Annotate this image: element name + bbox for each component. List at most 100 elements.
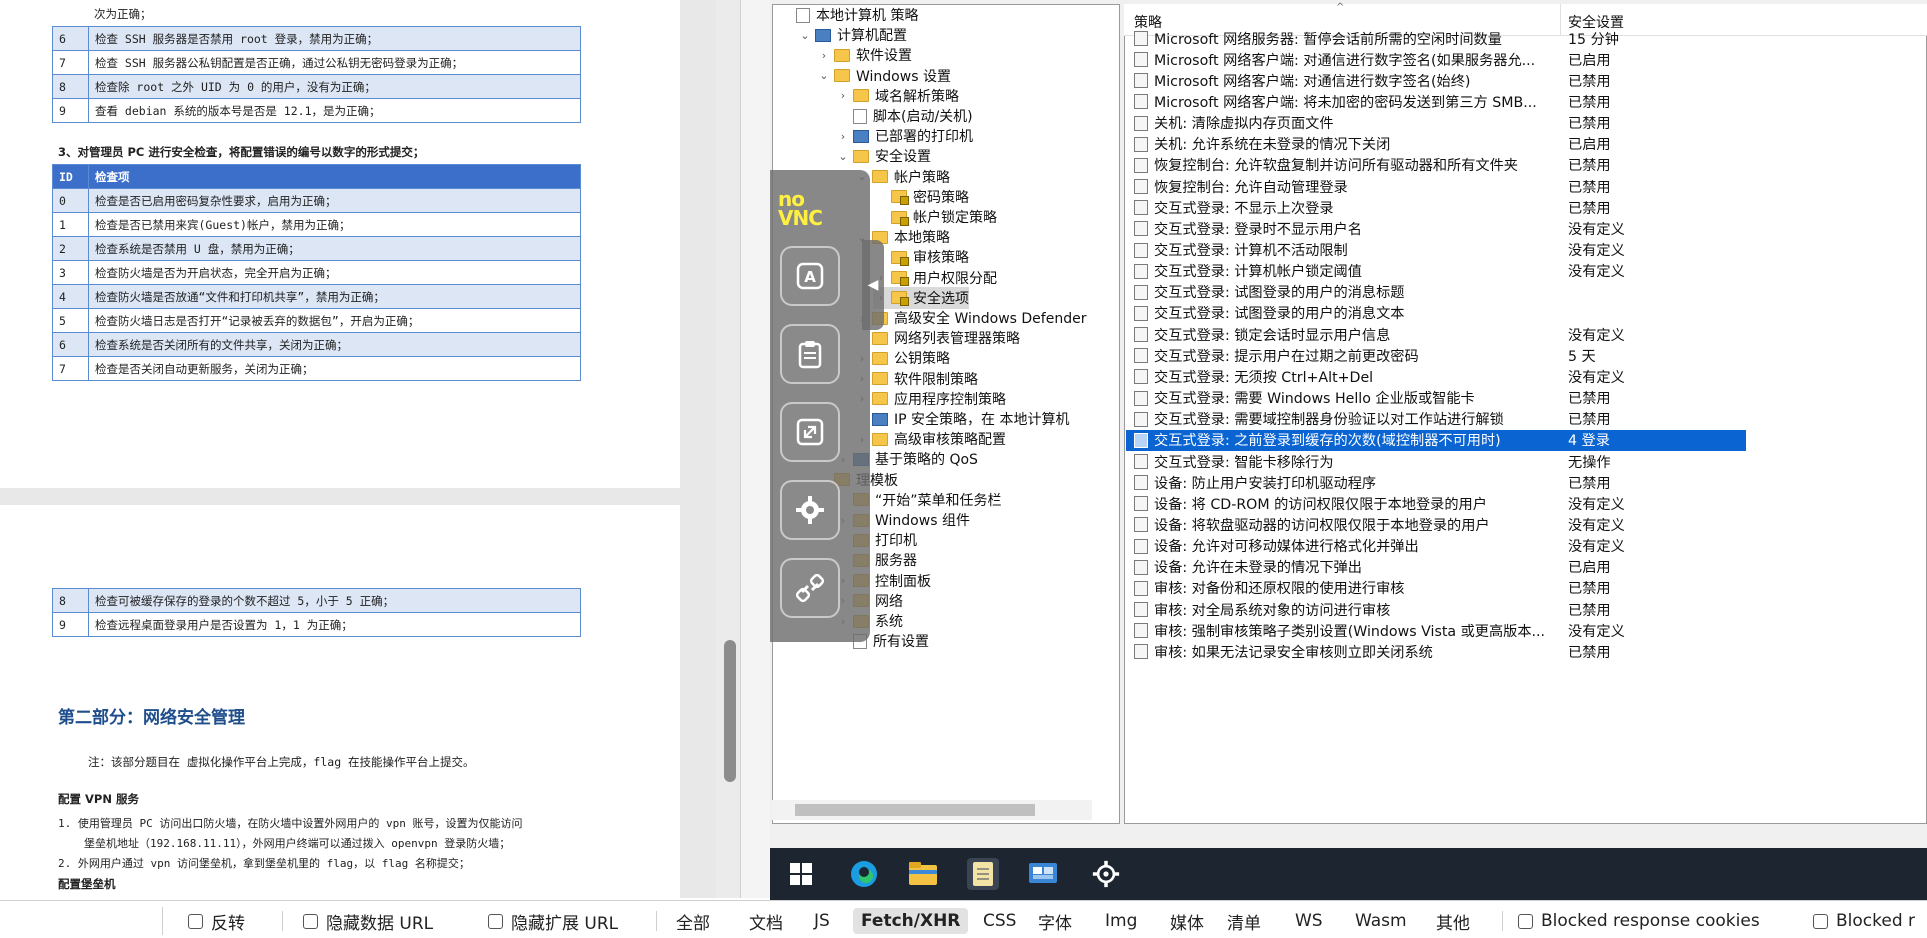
tree-item[interactable]: ›软件限制策略 xyxy=(854,368,978,390)
chevron-down-icon[interactable]: ⌄ xyxy=(835,150,851,163)
tree-item[interactable]: ›应用程序控制策略 xyxy=(854,388,1006,410)
tree-item[interactable]: IP 安全策略，在 本地计算机 xyxy=(854,408,1069,430)
policy-row[interactable]: 审核: 强制审核策略子类别设置(Windows Vista 或更高版本... 没有… xyxy=(1126,620,1746,641)
policy-row[interactable]: 设备: 将 CD-ROM 的访问权限仅限于本地登录的用户 没有定义 xyxy=(1126,493,1746,514)
tree-item[interactable]: ›安全选项 xyxy=(873,286,969,309)
chevron-down-icon[interactable]: ⌄ xyxy=(816,69,832,82)
filter-type-button[interactable]: 其他 xyxy=(1428,908,1478,934)
policy-row[interactable]: 设备: 允许对可移动媒体进行格式化并弹出 没有定义 xyxy=(1126,536,1746,557)
policy-row[interactable]: 审核: 对备份和还原权限的使用进行审核 已禁用 xyxy=(1126,578,1746,599)
row-id: 3 xyxy=(52,260,89,285)
document-scroll-thumb[interactable] xyxy=(724,640,736,782)
tree-item[interactable]: › 软件设置 xyxy=(816,44,912,66)
filter-type-button[interactable]: Img xyxy=(1097,908,1145,934)
blocked-requests-checkbox[interactable]: Blocked r xyxy=(1813,908,1915,934)
settings-app-button[interactable] xyxy=(1090,858,1122,890)
notepad-button[interactable] xyxy=(967,858,999,890)
chevron-down-icon[interactable]: ⌄ xyxy=(797,29,813,42)
filter-input[interactable] xyxy=(0,907,163,935)
policy-row[interactable]: 恢复控制台: 允许软盘复制并访问所有驱动器和所有文件夹 已禁用 xyxy=(1126,155,1746,176)
chevron-right-icon[interactable]: › xyxy=(816,49,832,62)
policy-row[interactable]: 审核: 对全局系统对象的访问进行审核 已禁用 xyxy=(1126,599,1746,620)
checkbox-box[interactable] xyxy=(188,913,203,929)
filter-type-button[interactable]: 媒体 xyxy=(1162,908,1212,934)
filter-type-button[interactable]: 清单 xyxy=(1219,908,1269,934)
disconnect-button[interactable] xyxy=(780,558,840,618)
row-check-item: 检查防火墙是否放通“文件和打印机共享”，禁用为正确； xyxy=(88,284,581,309)
tree-item[interactable]: ⌄ Windows 设置 xyxy=(816,65,951,87)
start-button[interactable] xyxy=(785,858,817,890)
policy-row[interactable]: 交互式登录: 试图登录的用户的消息标题 xyxy=(1126,282,1746,303)
tree-item[interactable]: 脚本(启动/关机) xyxy=(835,105,973,127)
tree-item[interactable]: ›用户权限分配 xyxy=(873,267,997,289)
policy-row[interactable]: 交互式登录: 之前登录到缓存的次数(域控制器不可用时) 4 登录 xyxy=(1126,429,1746,451)
policy-row[interactable]: 交互式登录: 计算机不活动限制 没有定义 xyxy=(1126,240,1746,261)
chevron-right-icon[interactable]: › xyxy=(835,89,851,102)
filter-type-button[interactable]: 文档 xyxy=(741,908,791,934)
policy-row[interactable]: 交互式登录: 无须按 Ctrl+Alt+Del 没有定义 xyxy=(1126,366,1746,387)
policy-row[interactable]: 审核: 如果无法记录安全审核则立即关闭系统 已禁用 xyxy=(1126,641,1746,662)
checkbox-box[interactable] xyxy=(488,913,503,929)
filter-type-button[interactable]: JS xyxy=(806,908,838,934)
tree-item[interactable]: › 域名解析策略 xyxy=(835,85,959,107)
tree-item[interactable]: 网络列表管理器策略 xyxy=(854,327,1020,349)
fullscreen-button[interactable] xyxy=(780,402,840,462)
table-row: 6 检查 SSH 服务器是否禁用 root 登录，禁用为正确； xyxy=(52,26,581,51)
tree-item[interactable]: ⌄ 安全设置 xyxy=(835,145,931,167)
policy-row[interactable]: 设备: 将软盘驱动器的访问权限仅限于本地登录的用户 没有定义 xyxy=(1126,514,1746,535)
policy-row[interactable]: 交互式登录: 提示用户在过期之前更改密码 5 天 xyxy=(1126,345,1746,366)
policy-row[interactable]: Microsoft 网络客户端: 对通信进行数字签名(始终) 已禁用 xyxy=(1126,70,1746,91)
policy-row[interactable]: 关机: 清除虚拟内存页面文件 已禁用 xyxy=(1126,113,1746,134)
policy-row[interactable]: 交互式登录: 需要 Windows Hello 企业版或智能卡 已禁用 xyxy=(1126,388,1746,409)
policy-row[interactable]: 交互式登录: 试图登录的用户的消息文本 xyxy=(1126,303,1746,324)
policy-row[interactable]: Microsoft 网络客户端: 对通信进行数字签名(如果服务器允... 已启用 xyxy=(1126,49,1746,70)
policy-row[interactable]: 交互式登录: 智能卡移除行为 无操作 xyxy=(1126,451,1746,472)
policy-icon xyxy=(1134,305,1148,321)
policy-row[interactable]: 关机: 允许系统在未登录的情况下关闭 已启用 xyxy=(1126,134,1746,155)
settings-button[interactable] xyxy=(780,480,840,540)
tree-item[interactable]: 帐户锁定策略 xyxy=(873,206,997,228)
chevron-right-icon[interactable]: › xyxy=(835,130,851,143)
invert-checkbox[interactable]: 反转 xyxy=(188,908,245,934)
filter-type-button[interactable]: WS xyxy=(1287,908,1331,934)
pane-divider[interactable] xyxy=(740,0,770,898)
file-explorer-button[interactable] xyxy=(907,858,939,890)
checkbox-box[interactable] xyxy=(303,913,318,929)
tree-item[interactable]: 密码策略 xyxy=(873,186,969,208)
policy-row[interactable]: 设备: 防止用户安装打印机驱动程序 已禁用 xyxy=(1126,472,1746,493)
policy-icon xyxy=(1134,411,1148,427)
filter-type-button[interactable]: 字体 xyxy=(1030,908,1080,934)
edge-browser-button[interactable] xyxy=(848,858,880,890)
filter-type-button[interactable]: Fetch/XHR xyxy=(853,908,969,934)
policy-row[interactable]: 设备: 允许在未登录的情况下弹出 已启用 xyxy=(1126,557,1746,578)
extra-keys-button[interactable]: A xyxy=(780,246,840,306)
control-bar-handle[interactable]: ◀ xyxy=(862,240,884,330)
tree-item[interactable]: ›高级安全 Windows Defender xyxy=(854,307,1087,329)
tree-scroll-thumb[interactable] xyxy=(795,804,1035,816)
filter-type-button[interactable]: Wasm xyxy=(1347,908,1415,934)
policy-row[interactable]: 交互式登录: 需要域控制器身份验证以对工作站进行解锁 已禁用 xyxy=(1126,409,1746,430)
filter-type-button[interactable]: CSS xyxy=(975,908,1024,934)
policy-row[interactable]: 交互式登录: 不显示上次登录 已禁用 xyxy=(1126,197,1746,218)
hide-extension-url-checkbox[interactable]: 隐藏扩展 URL xyxy=(488,908,618,934)
tree-item[interactable]: 审核策略 xyxy=(873,246,969,268)
blocked-response-cookies-checkbox[interactable]: Blocked response cookies xyxy=(1518,908,1760,934)
hide-data-url-checkbox[interactable]: 隐藏数据 URL xyxy=(303,908,433,934)
policy-row[interactable]: Microsoft 网络服务器: 暂停会话前所需的空闲时间数量 15 分钟 xyxy=(1126,28,1746,49)
tree-item[interactable]: › 已部署的打印机 xyxy=(835,125,973,147)
tree-item-label: 高级审核策略配置 xyxy=(894,432,1006,449)
tree-item[interactable]: 本地计算机 策略 xyxy=(778,4,918,26)
policy-row[interactable]: Microsoft 网络客户端: 将未加密的密码发送到第三方 SMB... 已禁用 xyxy=(1126,91,1746,112)
policy-row[interactable]: 交互式登录: 锁定会话时显示用户信息 没有定义 xyxy=(1126,324,1746,345)
clipboard-button[interactable] xyxy=(780,324,840,384)
tree-item[interactable]: ⌄ 计算机配置 xyxy=(797,24,907,46)
policy-icon xyxy=(1134,327,1148,343)
filter-type-button[interactable]: 全部 xyxy=(668,908,718,934)
checkbox-box[interactable] xyxy=(1813,913,1828,929)
network-app-button[interactable] xyxy=(1027,858,1059,890)
checkbox-box[interactable] xyxy=(1518,913,1533,929)
policy-row[interactable]: 交互式登录: 计算机帐户锁定阈值 没有定义 xyxy=(1126,261,1746,282)
policy-row[interactable]: 恢复控制台: 允许自动管理登录 已禁用 xyxy=(1126,176,1746,197)
tree-item[interactable]: ›高级审核策略配置 xyxy=(854,428,1006,450)
policy-row[interactable]: 交互式登录: 登录时不显示用户名 没有定义 xyxy=(1126,218,1746,239)
